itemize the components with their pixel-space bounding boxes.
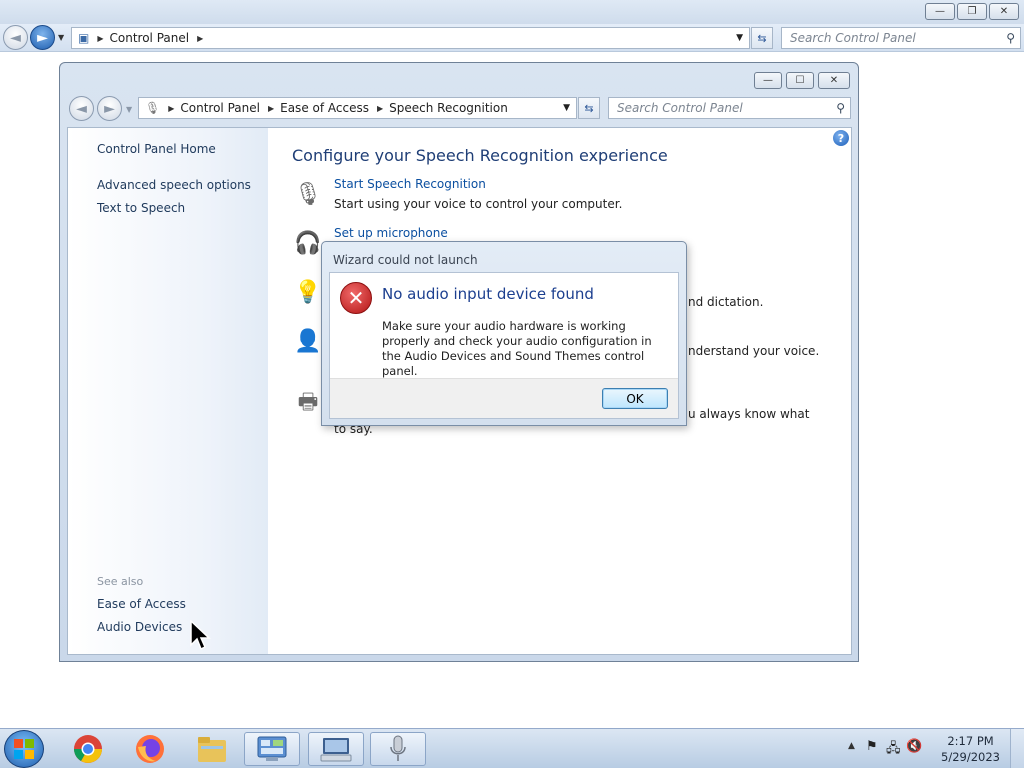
mouse-cursor-icon (190, 620, 211, 651)
refresh-icon: ⇆ (584, 101, 594, 115)
advanced-speech-options-link[interactable]: Advanced speech options (97, 178, 251, 192)
network-icon[interactable]: 🖧 (886, 739, 901, 761)
inner-address-bar[interactable]: 🎙 ▶ Control Panel ▶ Ease of Access ▶ Spe… (138, 97, 577, 119)
wizard-error-dialog: Wizard could not launch ✕ No audio input… (321, 241, 687, 426)
person-icon: 👤 (294, 328, 322, 354)
action-center-flag-icon[interactable]: ⚑ (866, 739, 878, 754)
back-button[interactable]: ◄ (3, 25, 28, 50)
dialog-footer: OK (330, 378, 678, 418)
inner-forward-button[interactable]: ► (97, 96, 122, 121)
chrome-taskbar-button[interactable] (60, 732, 116, 766)
inner-recent-pages-icon[interactable]: ▼ (126, 105, 132, 114)
volume-muted-icon[interactable]: 🔇 (906, 739, 922, 754)
error-icon: ✕ (340, 282, 372, 314)
on-screen-keyboard-taskbar-button[interactable] (308, 732, 364, 766)
refresh-icon: ⇆ (757, 31, 767, 45)
dialog-title: Wizard could not launch (333, 253, 478, 267)
forward-button[interactable]: ► (30, 25, 55, 50)
inner-maximize-button[interactable]: ☐ (786, 72, 814, 89)
microphone-icon: 🎙 (294, 181, 322, 207)
outer-refresh-button[interactable]: ⇆ (751, 27, 773, 49)
inner-search-placeholder: Search Control Panel (617, 101, 743, 115)
printer-icon: 🖶 (297, 390, 319, 415)
text-to-speech-link[interactable]: Text to Speech (97, 201, 185, 215)
clock-date: 5/29/2023 (941, 750, 1000, 764)
back-arrow-icon: ◄ (76, 100, 87, 117)
breadcrumb-separator-icon: ▶ (267, 103, 275, 113)
outer-window-caption: — ❐ ✕ (0, 0, 1024, 24)
notification-area: ▲ ⚑ 🖧 🔇 2:17 PM 5/29/2023 (824, 729, 1024, 768)
start-button[interactable] (4, 730, 44, 768)
breadcrumb-separator-icon: ▶ (168, 103, 175, 113)
outer-restore-button[interactable]: ❐ (957, 3, 987, 20)
control-panel-icon (257, 736, 287, 761)
show-desktop-button[interactable] (1010, 729, 1024, 768)
inner-refresh-button[interactable]: ⇆ (578, 97, 600, 119)
start-speech-recognition-link[interactable]: Start Speech Recognition (334, 177, 486, 191)
chrome-icon (74, 735, 102, 763)
inner-back-button[interactable]: ◄ (69, 96, 94, 121)
audio-devices-link[interactable]: Audio Devices (97, 620, 182, 634)
ease-of-access-link[interactable]: Ease of Access (97, 597, 186, 611)
breadcrumb-ease-of-access[interactable]: Ease of Access (280, 101, 369, 115)
forward-arrow-icon: ► (104, 100, 115, 117)
dialog-content: ✕ No audio input device found Make sure … (329, 272, 679, 419)
show-hidden-icons-icon[interactable]: ▲ (848, 741, 855, 751)
breadcrumb-control-panel[interactable]: Control Panel (110, 31, 190, 45)
keyboard-icon (320, 738, 352, 762)
dialog-message: Make sure your audio hardware is working… (382, 319, 652, 378)
file-explorer-taskbar-button[interactable] (184, 732, 240, 766)
inner-search-input[interactable]: Search Control Panel ⚲ (608, 97, 851, 119)
microphone-icon: 🎙 (145, 101, 161, 115)
task-description: nderstand your voice. (688, 344, 820, 358)
address-dropdown-icon[interactable]: ▼ (736, 33, 743, 43)
breadcrumb-separator-icon: ▶ (376, 103, 384, 113)
address-dropdown-icon[interactable]: ▼ (563, 103, 570, 113)
set-up-microphone-link[interactable]: Set up microphone (334, 226, 448, 240)
control-panel-icon: ▣ (78, 31, 90, 45)
task-description: Start using your voice to control your c… (334, 197, 623, 211)
search-icon[interactable]: ⚲ (836, 101, 845, 115)
headset-icon: 🎧 (294, 230, 322, 256)
outer-search-placeholder: Search Control Panel (790, 31, 916, 45)
control-panel-home-link[interactable]: Control Panel Home (97, 142, 216, 156)
system-clock[interactable]: 2:17 PM 5/29/2023 (941, 733, 1000, 765)
outer-minimize-button[interactable]: — (925, 3, 955, 20)
file-explorer-icon (198, 737, 226, 762)
help-icon[interactable]: ? (833, 130, 849, 146)
left-navigation-pane: Control Panel Home Advanced speech optio… (68, 128, 268, 654)
windows-logo-icon (14, 739, 34, 759)
outer-search-input[interactable]: Search Control Panel ⚲ (781, 27, 1021, 49)
ok-button[interactable]: OK (602, 388, 668, 409)
breadcrumb-separator-icon: ▶ (197, 33, 204, 43)
back-arrow-icon: ◄ (10, 29, 21, 46)
control-panel-taskbar-button[interactable] (244, 732, 300, 766)
dialog-heading: No audio input device found (382, 285, 594, 303)
outer-close-button[interactable]: ✕ (989, 3, 1019, 20)
lightbulb-icon: 💡 (294, 279, 322, 305)
microphone-icon (390, 735, 406, 761)
firefox-taskbar-button[interactable] (122, 732, 178, 766)
firefox-icon (136, 735, 164, 763)
see-also-label: See also (97, 575, 144, 588)
inner-close-button[interactable]: ✕ (818, 72, 850, 89)
breadcrumb-control-panel[interactable]: Control Panel (180, 101, 260, 115)
forward-arrow-icon: ► (37, 29, 48, 46)
recent-pages-icon[interactable]: ▼ (58, 33, 64, 42)
page-title: Configure your Speech Recognition experi… (292, 146, 668, 165)
search-icon[interactable]: ⚲ (1006, 31, 1015, 45)
breadcrumb-separator-icon: ▶ (97, 33, 104, 43)
outer-address-bar[interactable]: ▣ ▶ Control Panel ▶ ▼ (71, 27, 750, 49)
breadcrumb-speech-recognition[interactable]: Speech Recognition (389, 101, 508, 115)
inner-minimize-button[interactable]: — (754, 72, 782, 89)
taskbar: ▲ ⚑ 🖧 🔇 2:17 PM 5/29/2023 (0, 728, 1024, 768)
speech-recognition-taskbar-button[interactable] (370, 732, 426, 766)
outer-navigation-bar: ◄ ► ▼ ▣ ▶ Control Panel ▶ ▼ ⇆ Search Con… (0, 24, 1024, 52)
task-description: nd dictation. (688, 295, 764, 309)
clock-time: 2:17 PM (947, 734, 994, 748)
